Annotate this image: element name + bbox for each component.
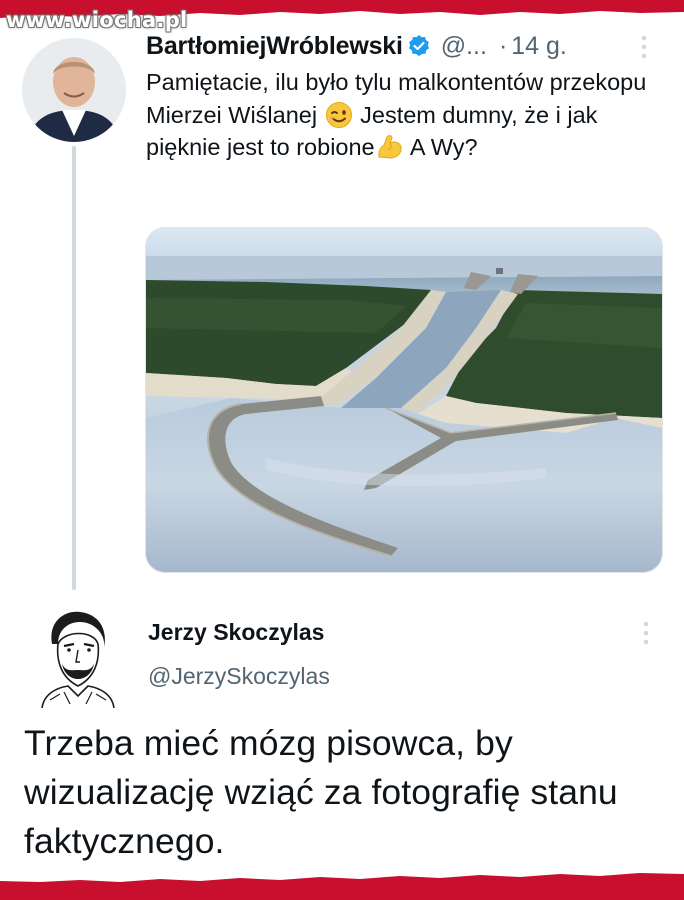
flexed-biceps-emoji-icon <box>375 133 405 161</box>
author-handle[interactable]: @... <box>441 32 487 61</box>
avatar-sketch[interactable] <box>34 604 122 709</box>
tweet-text: Pamiętacie, ilu było tylu malkontentów p… <box>146 66 666 164</box>
verified-badge-icon <box>407 34 431 58</box>
more-options-icon-2[interactable] <box>638 620 654 646</box>
tweet-timestamp[interactable]: 14 g. <box>511 32 567 61</box>
thread-line <box>72 146 76 590</box>
more-options-icon[interactable] <box>636 34 652 60</box>
canal-visualization-photo[interactable] <box>145 227 663 573</box>
author-name-2[interactable]: Jerzy Skoczylas <box>148 619 324 646</box>
tweet-text-part3: A Wy? <box>404 134 478 160</box>
tweet-text-2: Trzeba mieć mózg pisowca, by wizualizacj… <box>24 723 618 861</box>
watermark: www.wiocha.pl <box>6 8 188 32</box>
author-handle-2[interactable]: @JerzySkoczylas <box>148 663 330 690</box>
tweet-header: BartłomiejWróblewski @... · 14 g. <box>146 28 567 64</box>
separator-dot: · <box>498 31 508 60</box>
torn-edge-bottom <box>0 873 684 900</box>
avatar[interactable] <box>22 38 126 142</box>
winking-face-emoji-icon <box>324 101 354 129</box>
author-name[interactable]: BartłomiejWróblewski <box>146 32 403 61</box>
